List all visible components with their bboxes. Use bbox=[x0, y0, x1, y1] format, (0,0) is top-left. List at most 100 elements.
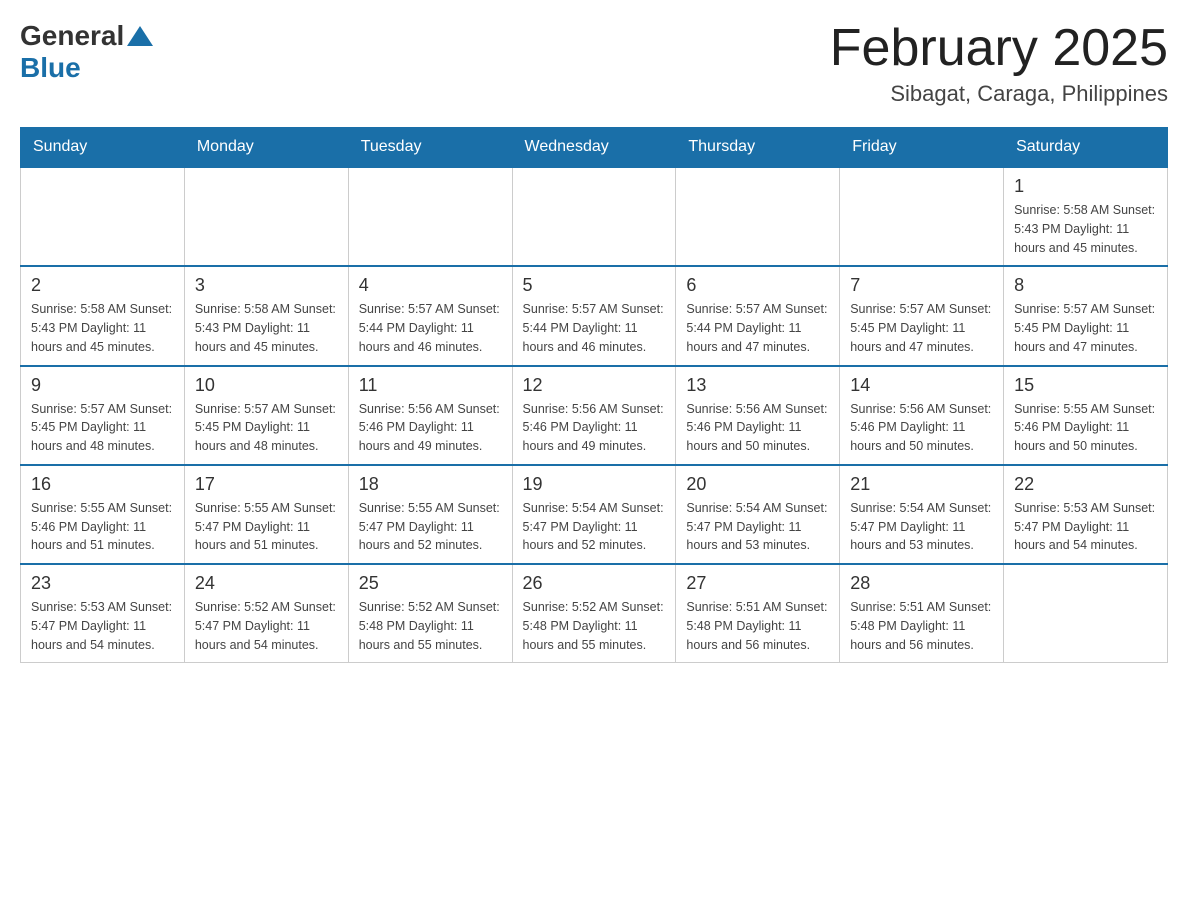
calendar-day-header: Tuesday bbox=[348, 128, 512, 168]
logo-triangle-icon bbox=[127, 26, 153, 46]
day-number: 14 bbox=[850, 375, 993, 396]
day-info: Sunrise: 5:52 AM Sunset: 5:48 PM Dayligh… bbox=[359, 598, 502, 654]
calendar-day-cell: 10 Sunrise: 5:57 AM Sunset: 5:45 PM Dayli… bbox=[184, 366, 348, 465]
day-number: 21 bbox=[850, 474, 993, 495]
calendar-day-cell: 27 Sunrise: 5:51 AM Sunset: 5:48 PM Dayli… bbox=[676, 564, 840, 663]
calendar-day-header: Thursday bbox=[676, 128, 840, 168]
calendar-day-cell: 2 Sunrise: 5:58 AM Sunset: 5:43 PM Daylig… bbox=[21, 266, 185, 365]
calendar-day-cell: 3 Sunrise: 5:58 AM Sunset: 5:43 PM Daylig… bbox=[184, 266, 348, 365]
calendar-day-cell: 25Sunrise: 5:52 AM Sunset: 5:48 PM Dayli… bbox=[348, 564, 512, 663]
day-number: 4 bbox=[359, 275, 502, 296]
day-info: Sunrise: 5:55 AM Sunset: 5:46 PM Dayligh… bbox=[31, 499, 174, 555]
day-info: Sunrise: 5:57 AM Sunset: 5:45 PM Dayligh… bbox=[195, 400, 338, 456]
day-info: Sunrise: 5:57 AM Sunset: 5:44 PM Dayligh… bbox=[686, 300, 829, 356]
calendar-day-cell: 6 Sunrise: 5:57 AM Sunset: 5:44 PM Daylig… bbox=[676, 266, 840, 365]
calendar-day-cell: 12 Sunrise: 5:56 AM Sunset: 5:46 PM Dayli… bbox=[512, 366, 676, 465]
day-info: Sunrise: 5:56 AM Sunset: 5:46 PM Dayligh… bbox=[359, 400, 502, 456]
page-header: General Blue February 2025 Sibagat, Cara… bbox=[20, 20, 1168, 107]
calendar-day-header: Sunday bbox=[21, 128, 185, 168]
calendar-week-row: 16 Sunrise: 5:55 AM Sunset: 5:46 PM Dayli… bbox=[21, 465, 1168, 564]
day-number: 24 bbox=[195, 573, 338, 594]
day-number: 6 bbox=[686, 275, 829, 296]
calendar-day-cell bbox=[1004, 564, 1168, 663]
calendar-day-cell: 19Sunrise: 5:54 AM Sunset: 5:47 PM Dayli… bbox=[512, 465, 676, 564]
calendar-day-cell: 16 Sunrise: 5:55 AM Sunset: 5:46 PM Dayli… bbox=[21, 465, 185, 564]
logo-general-text: General bbox=[20, 20, 124, 52]
logo-blue-text: Blue bbox=[20, 52, 81, 84]
day-number: 9 bbox=[31, 375, 174, 396]
day-info: Sunrise: 5:55 AM Sunset: 5:47 PM Dayligh… bbox=[359, 499, 502, 555]
day-info: Sunrise: 5:57 AM Sunset: 5:45 PM Dayligh… bbox=[31, 400, 174, 456]
day-info: Sunrise: 5:52 AM Sunset: 5:47 PM Dayligh… bbox=[195, 598, 338, 654]
day-info: Sunrise: 5:54 AM Sunset: 5:47 PM Dayligh… bbox=[686, 499, 829, 555]
day-info: Sunrise: 5:58 AM Sunset: 5:43 PM Dayligh… bbox=[31, 300, 174, 356]
calendar-day-cell: 22Sunrise: 5:53 AM Sunset: 5:47 PM Dayli… bbox=[1004, 465, 1168, 564]
day-info: Sunrise: 5:54 AM Sunset: 5:47 PM Dayligh… bbox=[850, 499, 993, 555]
day-info: Sunrise: 5:57 AM Sunset: 5:44 PM Dayligh… bbox=[359, 300, 502, 356]
day-number: 12 bbox=[523, 375, 666, 396]
calendar-day-cell bbox=[21, 167, 185, 266]
day-info: Sunrise: 5:57 AM Sunset: 5:44 PM Dayligh… bbox=[523, 300, 666, 356]
calendar-day-cell: 20 Sunrise: 5:54 AM Sunset: 5:47 PM Dayli… bbox=[676, 465, 840, 564]
day-number: 26 bbox=[523, 573, 666, 594]
day-info: Sunrise: 5:51 AM Sunset: 5:48 PM Dayligh… bbox=[850, 598, 993, 654]
calendar-week-row: 9 Sunrise: 5:57 AM Sunset: 5:45 PM Daylig… bbox=[21, 366, 1168, 465]
calendar-day-cell: 14 Sunrise: 5:56 AM Sunset: 5:46 PM Dayli… bbox=[840, 366, 1004, 465]
calendar-day-cell: 17 Sunrise: 5:55 AM Sunset: 5:47 PM Dayli… bbox=[184, 465, 348, 564]
day-info: Sunrise: 5:53 AM Sunset: 5:47 PM Dayligh… bbox=[31, 598, 174, 654]
day-number: 8 bbox=[1014, 275, 1157, 296]
day-number: 1 bbox=[1014, 176, 1157, 197]
day-number: 3 bbox=[195, 275, 338, 296]
day-info: Sunrise: 5:56 AM Sunset: 5:46 PM Dayligh… bbox=[850, 400, 993, 456]
calendar-week-row: 1 Sunrise: 5:58 AM Sunset: 5:43 PM Daylig… bbox=[21, 167, 1168, 266]
calendar-header-row: SundayMondayTuesdayWednesdayThursdayFrid… bbox=[21, 128, 1168, 168]
day-number: 10 bbox=[195, 375, 338, 396]
day-info: Sunrise: 5:56 AM Sunset: 5:46 PM Dayligh… bbox=[686, 400, 829, 456]
day-info: Sunrise: 5:56 AM Sunset: 5:46 PM Dayligh… bbox=[523, 400, 666, 456]
calendar-day-cell: 13 Sunrise: 5:56 AM Sunset: 5:46 PM Dayli… bbox=[676, 366, 840, 465]
calendar-table: SundayMondayTuesdayWednesdayThursdayFrid… bbox=[20, 127, 1168, 663]
day-number: 15 bbox=[1014, 375, 1157, 396]
calendar-day-cell bbox=[840, 167, 1004, 266]
day-number: 2 bbox=[31, 275, 174, 296]
day-number: 18 bbox=[359, 474, 502, 495]
day-number: 20 bbox=[686, 474, 829, 495]
calendar-day-cell: 1 Sunrise: 5:58 AM Sunset: 5:43 PM Daylig… bbox=[1004, 167, 1168, 266]
calendar-day-cell: 7Sunrise: 5:57 AM Sunset: 5:45 PM Daylig… bbox=[840, 266, 1004, 365]
day-number: 23 bbox=[31, 573, 174, 594]
calendar-day-cell: 8 Sunrise: 5:57 AM Sunset: 5:45 PM Daylig… bbox=[1004, 266, 1168, 365]
day-info: Sunrise: 5:51 AM Sunset: 5:48 PM Dayligh… bbox=[686, 598, 829, 654]
calendar-day-cell: 15 Sunrise: 5:55 AM Sunset: 5:46 PM Dayli… bbox=[1004, 366, 1168, 465]
calendar-week-row: 2 Sunrise: 5:58 AM Sunset: 5:43 PM Daylig… bbox=[21, 266, 1168, 365]
calendar-day-header: Friday bbox=[840, 128, 1004, 168]
day-number: 7 bbox=[850, 275, 993, 296]
calendar-day-cell bbox=[676, 167, 840, 266]
location-title: Sibagat, Caraga, Philippines bbox=[830, 81, 1168, 107]
day-info: Sunrise: 5:55 AM Sunset: 5:46 PM Dayligh… bbox=[1014, 400, 1157, 456]
calendar-day-cell: 26 Sunrise: 5:52 AM Sunset: 5:48 PM Dayli… bbox=[512, 564, 676, 663]
day-number: 27 bbox=[686, 573, 829, 594]
calendar-day-cell: 11 Sunrise: 5:56 AM Sunset: 5:46 PM Dayli… bbox=[348, 366, 512, 465]
day-info: Sunrise: 5:52 AM Sunset: 5:48 PM Dayligh… bbox=[523, 598, 666, 654]
day-number: 16 bbox=[31, 474, 174, 495]
calendar-day-cell bbox=[184, 167, 348, 266]
calendar-day-header: Monday bbox=[184, 128, 348, 168]
day-number: 13 bbox=[686, 375, 829, 396]
calendar-day-cell: 4 Sunrise: 5:57 AM Sunset: 5:44 PM Daylig… bbox=[348, 266, 512, 365]
day-info: Sunrise: 5:58 AM Sunset: 5:43 PM Dayligh… bbox=[1014, 201, 1157, 257]
month-title: February 2025 bbox=[830, 20, 1168, 77]
calendar-day-cell: 21 Sunrise: 5:54 AM Sunset: 5:47 PM Dayli… bbox=[840, 465, 1004, 564]
calendar-day-cell bbox=[512, 167, 676, 266]
day-number: 11 bbox=[359, 375, 502, 396]
calendar-day-cell: 24 Sunrise: 5:52 AM Sunset: 5:47 PM Dayli… bbox=[184, 564, 348, 663]
calendar-day-header: Saturday bbox=[1004, 128, 1168, 168]
day-info: Sunrise: 5:57 AM Sunset: 5:45 PM Dayligh… bbox=[1014, 300, 1157, 356]
day-info: Sunrise: 5:55 AM Sunset: 5:47 PM Dayligh… bbox=[195, 499, 338, 555]
day-number: 17 bbox=[195, 474, 338, 495]
day-info: Sunrise: 5:58 AM Sunset: 5:43 PM Dayligh… bbox=[195, 300, 338, 356]
day-number: 22 bbox=[1014, 474, 1157, 495]
title-section: February 2025 Sibagat, Caraga, Philippin… bbox=[830, 20, 1168, 107]
calendar-day-header: Wednesday bbox=[512, 128, 676, 168]
calendar-day-cell: 5Sunrise: 5:57 AM Sunset: 5:44 PM Daylig… bbox=[512, 266, 676, 365]
day-number: 28 bbox=[850, 573, 993, 594]
